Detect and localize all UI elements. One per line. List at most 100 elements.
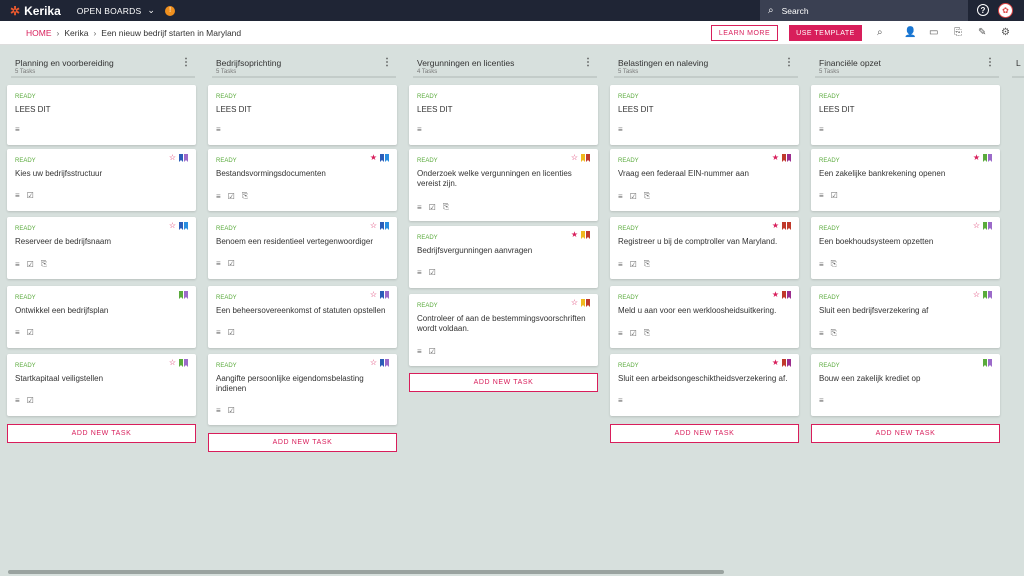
notification-icon[interactable]: !: [165, 5, 176, 16]
column-menu-icon[interactable]: ⋮: [985, 57, 995, 68]
column-menu-icon[interactable]: ⋮: [382, 57, 392, 68]
task-card[interactable]: ☆ READY Onderzoek welke vergunningen en …: [409, 149, 598, 221]
star-outline-icon[interactable]: ☆: [169, 154, 176, 162]
add-member-icon[interactable]: 👤: [904, 27, 916, 38]
add-new-task-button[interactable]: ADD NEW TASK: [409, 373, 598, 392]
column-title: Bedrijfsoprichting: [216, 58, 282, 68]
description-icon: ≡: [15, 328, 20, 337]
task-card[interactable]: READY LEES DIT ≡: [811, 85, 1000, 145]
gear-icon[interactable]: ⚙: [1001, 27, 1010, 38]
help-icon[interactable]: ?: [977, 4, 989, 16]
star-outline-icon[interactable]: ☆: [370, 359, 377, 367]
logo[interactable]: ✲ Kerika: [10, 4, 61, 18]
star-filled-icon[interactable]: ★: [973, 154, 980, 162]
chat-icon[interactable]: ▭: [929, 27, 938, 38]
task-card[interactable]: READY LEES DIT ≡: [208, 85, 397, 145]
column-menu-icon[interactable]: ⋮: [181, 57, 191, 68]
star-filled-icon[interactable]: ★: [772, 154, 779, 162]
star-outline-icon[interactable]: ☆: [370, 222, 377, 230]
task-card[interactable]: READY LEES DIT ≡: [409, 85, 598, 145]
description-icon: ≡: [15, 125, 20, 134]
column-menu-icon[interactable]: ⋮: [784, 57, 794, 68]
star-filled-icon[interactable]: ★: [772, 222, 779, 230]
description-icon: ≡: [417, 268, 422, 277]
task-card[interactable]: ☆ READY Een boekhoudsysteem opzetten ≡ ⎘: [811, 217, 1000, 279]
column-count: 5 Tasks: [819, 69, 840, 75]
checklist-icon: ☑: [629, 328, 637, 338]
star-outline-icon[interactable]: ☆: [169, 222, 176, 230]
card-tags: ☆: [169, 154, 188, 162]
task-card[interactable]: ☆ READY Sluit een bedrijfsverzekering af…: [811, 286, 1000, 348]
kerika-logo-icon: ✲: [10, 3, 21, 18]
description-icon: ≡: [417, 125, 422, 134]
tag-yellow: [581, 299, 585, 307]
star-outline-icon[interactable]: ☆: [973, 291, 980, 299]
avatar[interactable]: ✿: [998, 3, 1013, 18]
task-card[interactable]: ☆ READY Startkapitaal veiligstellen ≡ ☑: [7, 354, 196, 416]
task-card[interactable]: ★ READY Meld u aan voor een werkloosheid…: [610, 286, 799, 348]
card-tags: [179, 291, 188, 299]
task-card[interactable]: ☆ READY Benoem een residentieel vertegen…: [208, 217, 397, 279]
tag-green: [983, 359, 987, 367]
task-card[interactable]: READY Bouw een zakelijk krediet op ≡: [811, 354, 1000, 416]
card-icons: ≡: [819, 125, 824, 134]
card-icons: ≡: [618, 125, 623, 134]
search-icon[interactable]: ⌕: [877, 27, 883, 38]
add-new-task-button[interactable]: ADD NEW TASK: [610, 424, 799, 443]
search-input[interactable]: ⌕ Search: [760, 0, 968, 21]
task-card[interactable]: ☆ READY Kies uw bedrijfsstructuur ≡ ☑: [7, 149, 196, 211]
star-filled-icon[interactable]: ★: [772, 291, 779, 299]
task-title: LEES DIT: [618, 105, 654, 114]
task-card[interactable]: READY LEES DIT ≡: [7, 85, 196, 145]
learn-more-button[interactable]: LEARN MORE: [711, 25, 778, 41]
task-card[interactable]: READY Ontwikkel een bedrijfsplan ≡ ☑: [7, 286, 196, 348]
column-menu-icon[interactable]: ⋮: [583, 57, 593, 68]
task-card[interactable]: ★ READY Registreer u bij de comptroller …: [610, 217, 799, 279]
tag-purple: [385, 291, 389, 299]
tag-light-blue: [184, 222, 188, 230]
attachment-icon[interactable]: ⎘: [954, 27, 962, 38]
star-filled-icon[interactable]: ★: [571, 231, 578, 239]
task-card[interactable]: READY LEES DIT ≡: [610, 85, 799, 145]
task-title: LEES DIT: [417, 105, 453, 114]
task-card[interactable]: ★ READY Vraag een federaal EIN-nummer aa…: [610, 149, 799, 211]
horizontal-scrollbar[interactable]: [8, 570, 724, 574]
breadcrumb-home[interactable]: HOME: [26, 28, 52, 38]
task-card[interactable]: ☆ READY Aangifte persoonlijke eigendomsb…: [208, 354, 397, 425]
star-outline-icon[interactable]: ☆: [169, 359, 176, 367]
column-bedrijfsoprichting: Bedrijfsoprichting 5 Tasks ⋮ READY LEES …: [208, 45, 400, 452]
column-title: Belastingen en naleving: [618, 58, 709, 68]
checklist-icon: ☑: [629, 191, 637, 201]
task-title: Kies uw bedrijfsstructuur: [15, 169, 103, 178]
task-card[interactable]: ★ READY Bedrijfsvergunningen aanvragen ≡…: [409, 226, 598, 288]
star-outline-icon[interactable]: ☆: [370, 291, 377, 299]
use-template-button[interactable]: USE TEMPLATE: [789, 25, 862, 41]
breadcrumb: HOME › Kerika › Een nieuw bedrijf starte…: [26, 28, 241, 38]
chevron-down-icon: ⌄: [147, 5, 156, 15]
status-label: READY: [216, 363, 237, 369]
task-card[interactable]: ★ READY Bestandsvormingsdocumenten ≡ ☑ ⎘: [208, 149, 397, 211]
task-card[interactable]: ★ READY Sluit een arbeidsongeschiktheids…: [610, 354, 799, 416]
pin-icon[interactable]: ✎: [978, 27, 986, 38]
add-new-task-button[interactable]: ADD NEW TASK: [208, 433, 397, 452]
star-outline-icon[interactable]: ☆: [571, 154, 578, 162]
add-new-task-button[interactable]: ADD NEW TASK: [811, 424, 1000, 443]
column-header: L: [1012, 45, 1024, 78]
star-filled-icon[interactable]: ★: [772, 359, 779, 367]
open-boards-menu[interactable]: OPEN BOARDS ⌄: [77, 5, 155, 16]
card-icons: ≡: [417, 125, 422, 134]
tag-purple: [184, 291, 188, 299]
task-card[interactable]: ☆ READY Een beheersovereenkomst of statu…: [208, 286, 397, 348]
add-new-task-button[interactable]: ADD NEW TASK: [7, 424, 196, 443]
card-icons: ≡ ☑ ⎘: [216, 191, 248, 201]
star-filled-icon[interactable]: ★: [370, 154, 377, 162]
breadcrumb-account[interactable]: Kerika: [64, 28, 88, 38]
tag-light-blue: [385, 222, 389, 230]
task-title: Bestandsvormingsdocumenten: [216, 169, 326, 178]
card-tags: ☆: [973, 222, 992, 230]
task-card[interactable]: ☆ READY Reserveer de bedrijfsnaam ≡ ☑ ⎘: [7, 217, 196, 279]
task-card[interactable]: ★ READY Een zakelijke bankrekening opene…: [811, 149, 1000, 211]
star-outline-icon[interactable]: ☆: [973, 222, 980, 230]
star-outline-icon[interactable]: ☆: [571, 299, 578, 307]
task-card[interactable]: ☆ READY Controleer of aan de bestemmings…: [409, 294, 598, 366]
